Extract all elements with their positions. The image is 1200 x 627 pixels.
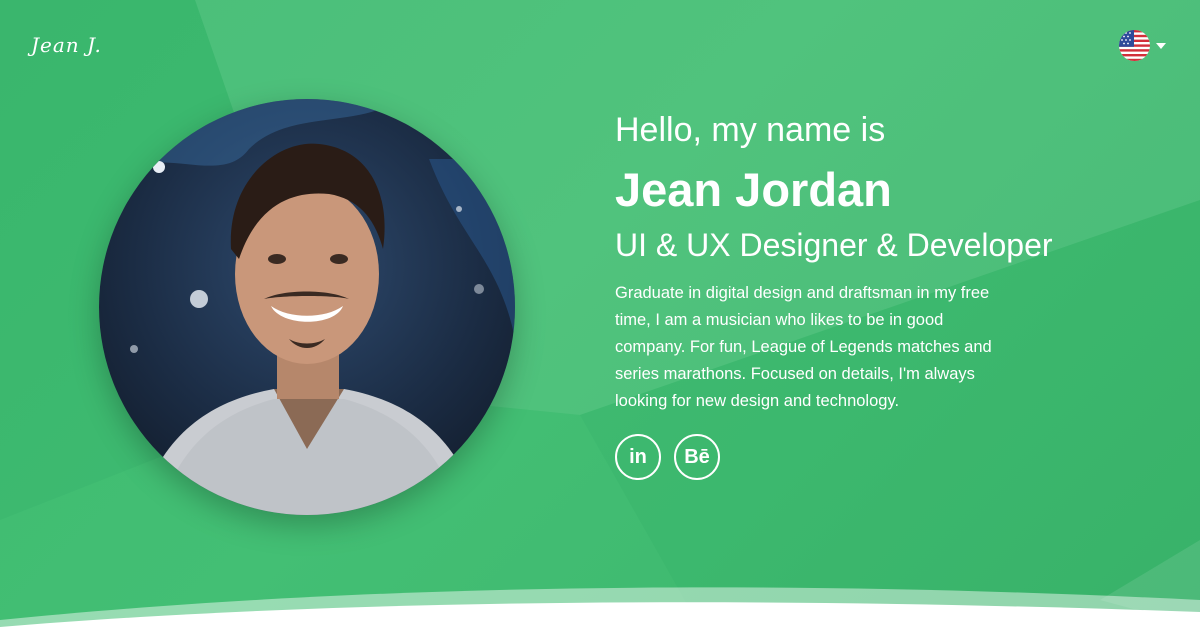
greeting-text: Hello, my name is (615, 111, 886, 149)
job-title: UI & UX Designer & Developer (615, 227, 1053, 263)
site-logo[interactable]: Jean J. (31, 33, 102, 57)
profile-photo (99, 99, 515, 515)
chevron-down-icon (1156, 42, 1166, 49)
linkedin-icon[interactable]: in (615, 434, 661, 480)
us-flag-icon (1119, 30, 1150, 61)
social-links: in Bē (615, 434, 1175, 480)
language-switcher[interactable] (1119, 30, 1166, 61)
hero-section: Jean J. Hello, my name is Jean Jordan UI… (0, 0, 1200, 627)
intro-block: Hello, my name is Jean Jordan UI & UX De… (615, 108, 1175, 480)
person-name: Jean Jordan (615, 163, 892, 216)
behance-icon[interactable]: Bē (674, 434, 720, 480)
bottom-wave-divider (0, 587, 1200, 627)
bio-text: Graduate in digital design and draftsman… (615, 284, 992, 410)
